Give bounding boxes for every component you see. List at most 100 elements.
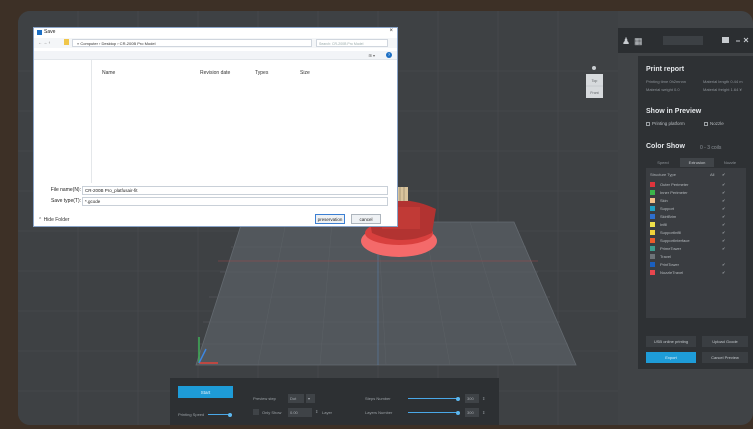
upload-gcode-button[interactable]: Upload Gcode bbox=[702, 336, 748, 347]
file-name-row: File name(N): CR-200B Pro_platfusair-fit bbox=[34, 185, 397, 196]
top-toolbar: ♟ ▦ bbox=[618, 28, 753, 53]
steps-slider-handle[interactable] bbox=[456, 396, 460, 401]
nozzle-checkbox[interactable]: Nozzle bbox=[704, 121, 724, 126]
legend-item[interactable]: Support ✔ bbox=[650, 206, 740, 211]
right-panel: Print report Printing time 0h2mnnn Mater… bbox=[638, 56, 753, 369]
all-label: All bbox=[710, 172, 715, 177]
cube-top-label[interactable]: Top bbox=[592, 79, 598, 83]
column-types[interactable]: Types bbox=[255, 70, 268, 76]
save-type-select[interactable]: *.gcode bbox=[82, 197, 388, 206]
legend-swatch bbox=[650, 262, 655, 267]
export-button[interactable]: Export bbox=[646, 352, 696, 363]
legend-swatch bbox=[650, 214, 655, 219]
material-weight: Material weight 0.0 bbox=[646, 87, 680, 92]
legend-swatch bbox=[650, 270, 655, 275]
hide-folder-toggle[interactable]: ⌃ Hide Folder bbox=[38, 217, 69, 223]
folder-tree[interactable] bbox=[34, 60, 92, 183]
legend-swatch bbox=[650, 230, 655, 235]
cube-front-label[interactable]: Front bbox=[590, 91, 598, 95]
preview-control-bar: Start Printing Speed Preview step Dot ▾ … bbox=[170, 378, 499, 425]
user-icon[interactable]: ♟ bbox=[622, 36, 630, 47]
preview-step-select[interactable]: Dot bbox=[288, 394, 304, 403]
preview-step-label: Preview step bbox=[253, 396, 276, 401]
path-breadcrumb[interactable]: « Computer › Desktop › CR-200B Pro Model bbox=[72, 39, 312, 47]
column-size[interactable]: Size bbox=[300, 70, 310, 76]
legend-item[interactable]: Skin ✔ bbox=[650, 198, 740, 203]
tab-nozzle[interactable]: Nozzle bbox=[714, 158, 746, 167]
legend-item[interactable]: Travel bbox=[650, 254, 740, 259]
steps-slider[interactable] bbox=[408, 398, 458, 399]
material-cost: Material freight 1.64 ¥ bbox=[703, 87, 742, 92]
all-checkbox[interactable]: ✔ bbox=[722, 172, 725, 177]
only-show-label: Only Show bbox=[262, 410, 282, 415]
legend-item[interactable]: Infill ✔ bbox=[650, 222, 740, 227]
cancel-button[interactable]: cancel bbox=[351, 214, 381, 224]
dialog-titlebar: Save × bbox=[34, 28, 397, 37]
view-options-icon[interactable]: ⊞ ▾ bbox=[369, 53, 375, 58]
address-bar: ← → ↑ « Computer › Desktop › CR-200B Pro… bbox=[34, 38, 397, 48]
color-range: 0 - 3 coils bbox=[700, 145, 722, 151]
legend-item[interactable]: Outer Perimeter ✔ bbox=[650, 182, 740, 187]
material-length: Material length 0.44 m bbox=[703, 79, 743, 84]
save-dialog-icon bbox=[37, 30, 42, 35]
speed-slider-handle[interactable] bbox=[228, 412, 232, 417]
file-list[interactable]: Name Revision date Types Size bbox=[92, 60, 399, 183]
legend-swatch bbox=[650, 206, 655, 211]
tab-speed[interactable]: Speed bbox=[646, 158, 680, 167]
legend-item[interactable]: SupportInterface ✔ bbox=[650, 238, 740, 243]
save-dialog: Save × ← → ↑ « Computer › Desktop › CR-2… bbox=[33, 27, 398, 227]
dialog-title: Save bbox=[44, 29, 56, 35]
steps-value-input[interactable]: 300 bbox=[465, 394, 479, 403]
layer-unit-label: Layer bbox=[322, 410, 333, 415]
file-name-input[interactable]: CR-200B Pro_platfusair-fit bbox=[82, 186, 388, 195]
legend-item[interactable]: PrimeTower ✔ bbox=[650, 246, 740, 251]
only-show-stepper[interactable]: ⇕ bbox=[315, 409, 318, 414]
color-show-title: Color Show bbox=[646, 143, 685, 150]
legend-swatch bbox=[650, 198, 655, 203]
save-type-row: Save type(T): *.gcode bbox=[34, 196, 397, 207]
only-show-checkbox[interactable] bbox=[253, 409, 259, 415]
steps-number-label: Steps Number bbox=[365, 396, 391, 401]
search-input[interactable]: Search: CR-200B Pro Model bbox=[316, 39, 388, 47]
legend-swatch bbox=[650, 238, 655, 243]
printing-speed-label: Printing Speed bbox=[178, 412, 205, 417]
legend-swatch bbox=[650, 254, 655, 259]
layers-slider[interactable] bbox=[408, 412, 458, 413]
column-revision-date[interactable]: Revision date bbox=[200, 70, 230, 76]
nav-arrows[interactable]: ← → ↑ bbox=[38, 40, 50, 45]
usb-printing-button[interactable]: USB online printing bbox=[646, 336, 696, 347]
tab-extrusion[interactable]: Extrusion bbox=[680, 158, 714, 167]
legend-swatch bbox=[650, 246, 655, 251]
close-icon[interactable]: × bbox=[389, 28, 393, 34]
column-name[interactable]: Name bbox=[102, 70, 115, 76]
legend-swatch bbox=[650, 190, 655, 195]
dialog-toolbar: ⊞ ▾ ? bbox=[34, 51, 397, 60]
view-cube[interactable]: Top Front bbox=[584, 64, 605, 102]
structure-type-header: Structure Type All ✔ bbox=[650, 172, 726, 177]
cancel-preview-button[interactable]: Cancel Preview bbox=[702, 352, 748, 363]
window-icon[interactable] bbox=[722, 37, 729, 43]
save-button[interactable]: preservation bbox=[315, 214, 345, 224]
legend-item[interactable]: Inner Perimeter ✔ bbox=[650, 190, 740, 195]
help-icon[interactable]: ? bbox=[386, 52, 392, 58]
structure-type-list: Structure Type All ✔ Outer Perimeter ✔ In… bbox=[646, 168, 746, 318]
layers-value-input[interactable]: 300 bbox=[465, 408, 479, 417]
box-icon[interactable]: ▦ bbox=[634, 36, 643, 47]
print-report-title: Print report bbox=[646, 66, 685, 73]
layers-stepper[interactable]: ⇕ bbox=[482, 410, 485, 415]
layers-slider-handle[interactable] bbox=[456, 410, 460, 415]
layers-number-label: Layers Number bbox=[365, 410, 393, 415]
top-search-field[interactable] bbox=[663, 36, 703, 45]
legend-item[interactable]: SupportInfill ✔ bbox=[650, 230, 740, 235]
preview-step-dropdown[interactable]: ▾ bbox=[306, 394, 315, 403]
legend-item[interactable]: NozzleTravel ✔ bbox=[650, 270, 740, 275]
start-button[interactable]: Start bbox=[178, 386, 233, 398]
legend-swatch bbox=[650, 182, 655, 187]
legend-item[interactable]: SkirtBrim ✔ bbox=[650, 214, 740, 219]
only-show-value-input[interactable]: 0.00 bbox=[288, 408, 312, 417]
save-type-label: Save type(T): bbox=[50, 198, 81, 204]
steps-stepper[interactable]: ⇕ bbox=[482, 396, 485, 401]
printing-platform-checkbox[interactable]: Printing platform bbox=[646, 121, 685, 126]
legend-item[interactable]: PrintTower ✔ bbox=[650, 262, 740, 267]
file-name-label: File name(N): bbox=[50, 187, 81, 193]
